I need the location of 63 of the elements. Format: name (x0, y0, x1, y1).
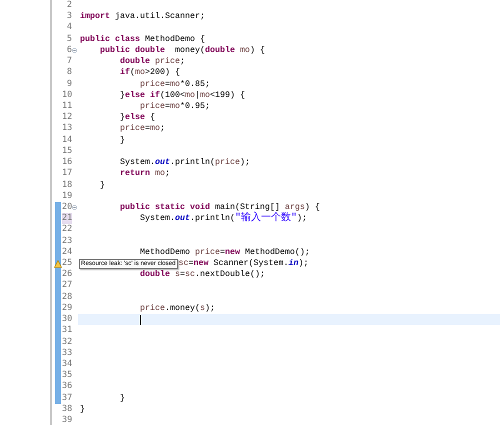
code-line: double price; (118, 56, 185, 68)
line-number: 15 (62, 146, 72, 158)
code-line: public static void main(String[] args) { (118, 202, 320, 212)
collapse-icon[interactable] (72, 48, 77, 53)
code-line: double s=sc.nextDouble(); (138, 269, 265, 280)
line-number: 8 (66, 67, 72, 79)
line-number: 17 (62, 168, 72, 180)
line-number: 39 (62, 415, 72, 425)
line-number: 23 (62, 236, 72, 247)
line-number: 9 (66, 78, 72, 90)
line-number: 10 (62, 90, 72, 101)
line-number: 36 (62, 381, 72, 393)
code-line: if(mo>200) { (118, 67, 180, 79)
line-number: 29 (62, 302, 72, 314)
code-line: public class MethodDemo { (80, 34, 205, 45)
code-line: import java.util.Scanner; (80, 11, 205, 22)
code-line: System.out.println(price); (118, 157, 250, 168)
line-number: 31 (62, 325, 72, 337)
line-number: 7 (66, 56, 72, 68)
line-number: 11 (62, 100, 72, 112)
code-line: } (80, 404, 85, 416)
code-line: price=mo*0.95; (138, 100, 210, 112)
line-number: 14 (62, 134, 72, 146)
line-number: 32 (62, 336, 72, 348)
code-line: } (98, 180, 105, 191)
code-line: price=mo; (118, 123, 165, 135)
code-line: } (118, 392, 125, 404)
code-line: price=mo*0.85; (138, 78, 210, 90)
code-line: MethodDemo price=new MethodDemo(); (138, 246, 310, 258)
line-number: 5 (66, 34, 72, 45)
line-number: 3 (66, 11, 72, 22)
line-number: 20 (62, 202, 72, 214)
code-line: }else { (118, 112, 155, 124)
code-line: return mo; (118, 168, 170, 180)
line-number: 27 (62, 280, 72, 292)
line-number: 24 (62, 246, 72, 258)
line-number: 22 (62, 224, 72, 236)
line-number: 4 (66, 22, 72, 34)
code-line: System.out.println("输入一个数"); (138, 213, 307, 224)
line-number: 21 (62, 213, 72, 224)
line-number: 30 (62, 314, 72, 326)
code-line: } (118, 134, 125, 146)
line-number: 6 (66, 44, 72, 56)
line-number: 35 (62, 370, 72, 382)
line-number: 25 (62, 258, 72, 270)
line-number: 12 (62, 112, 72, 124)
line-number: 13 (62, 123, 72, 135)
code-line: sc=new Scanner(System.in); (178, 258, 308, 270)
line-number: 38 (62, 404, 72, 416)
code-line: price.money(s); (138, 302, 215, 314)
line-number: 37 (62, 392, 72, 404)
line-number: 34 (62, 359, 72, 370)
line-number: 33 (62, 348, 72, 359)
line-number: 19 (62, 190, 72, 202)
code-line: }else if(100<mo|mo<199) { (118, 90, 245, 101)
line-number: 18 (62, 180, 72, 191)
line-number: 26 (62, 269, 72, 280)
text-cursor (140, 315, 141, 325)
collapse-icon[interactable] (72, 205, 77, 210)
line-number: 16 (62, 157, 72, 168)
line-number: 28 (62, 292, 72, 303)
line-number: 2 (66, 0, 72, 12)
code-line: public double money(double mo) { (98, 44, 265, 56)
